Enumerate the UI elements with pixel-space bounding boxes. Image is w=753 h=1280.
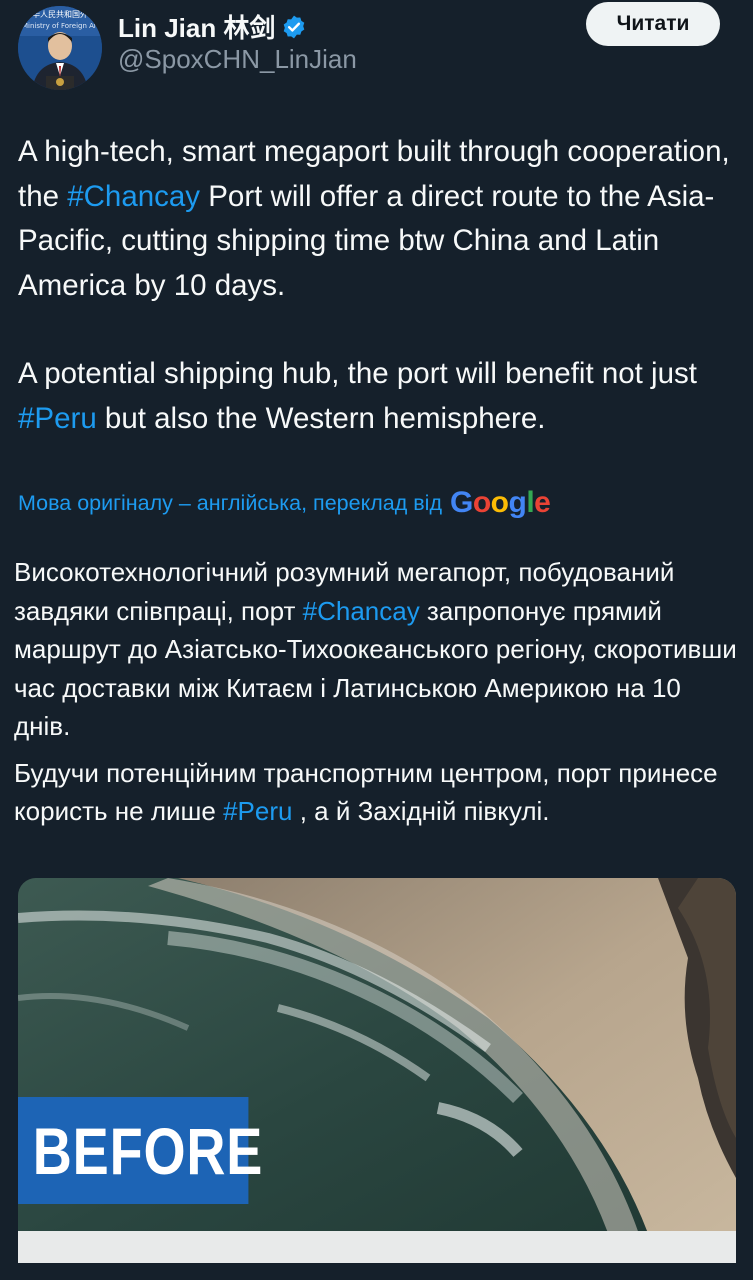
translated-paragraph-1: Високотехнологічний розумний мегапорт, п… xyxy=(14,553,744,746)
media-bottom-strip xyxy=(18,1231,736,1263)
tweet-header: 中华人民共和国外 Ministry of Foreign Af Lin Jian… xyxy=(0,0,753,100)
translated-text: Високотехнологічний розумний мегапорт, п… xyxy=(14,553,744,831)
translation-note-text: Мова оригіналу – англійська, переклад ві… xyxy=(18,490,442,515)
avatar-caption-line1: 中华人民共和国外 xyxy=(24,9,88,19)
aerial-coast-image xyxy=(18,878,736,1263)
hashtag-peru[interactable]: #Peru xyxy=(18,402,97,435)
tweet-paragraph-1: A high-tech, smart megaport built throug… xyxy=(18,130,742,308)
avatar-caption-line2: Ministry of Foreign Af xyxy=(22,22,97,30)
verified-badge-icon xyxy=(281,14,307,40)
before-overlay-label: BEFORE xyxy=(18,1097,262,1204)
google-logo: Google xyxy=(450,486,551,519)
translated-hashtag-peru[interactable]: #Peru xyxy=(223,796,292,826)
avatar[interactable]: 中华人民共和国外 Ministry of Foreign Af xyxy=(18,6,102,90)
translation-note[interactable]: Мова оригіналу – англійська, переклад ві… xyxy=(18,486,551,519)
tweet-p2-text-b: but also the Western hemisphere. xyxy=(96,401,546,435)
translated-hashtag-chancay[interactable]: #Chancay xyxy=(303,596,420,626)
translated-p2-text-b: , а й Західній півкулі. xyxy=(292,796,550,826)
author-name[interactable]: Lin Jian 林剑 xyxy=(118,8,275,45)
follow-button[interactable]: Читати xyxy=(586,2,720,46)
avatar-image: 中华人民共和国外 Ministry of Foreign Af xyxy=(18,6,102,90)
tweet-p2-text-a: A potential shipping hub, the port will … xyxy=(18,357,697,390)
translated-paragraph-2: Будучи потенційним транспортним центром,… xyxy=(14,754,744,831)
author-handle[interactable]: @SpoxCHN_LinJian xyxy=(118,44,357,75)
author-name-row: Lin Jian 林剑 xyxy=(118,8,307,45)
tweet-text: A high-tech, smart megaport built throug… xyxy=(18,130,742,441)
tweet-media-video[interactable]: BEFORE xyxy=(18,878,736,1263)
tweet-paragraph-2: A potential shipping hub, the port will … xyxy=(18,352,742,441)
hashtag-chancay[interactable]: #Chancay xyxy=(67,180,200,213)
